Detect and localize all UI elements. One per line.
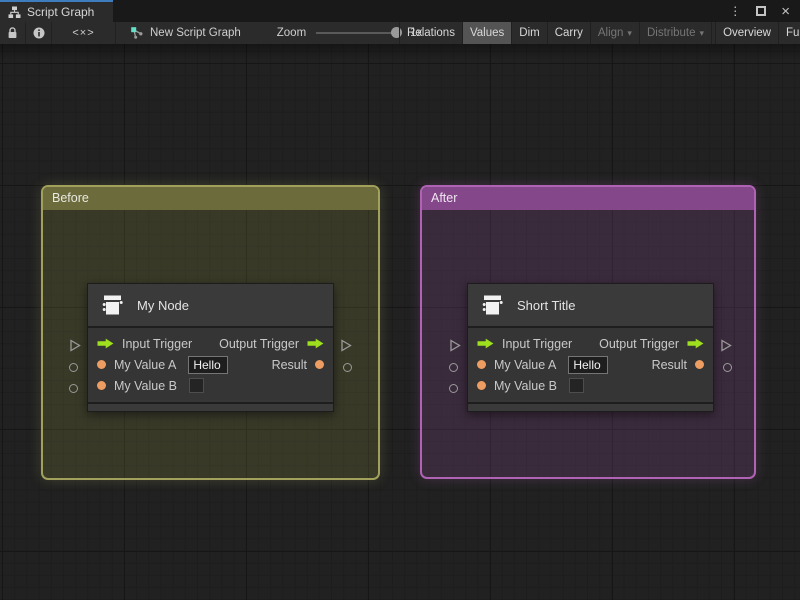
input-trigger-port-icon[interactable]	[97, 338, 114, 349]
tab-title: Script Graph	[27, 5, 95, 19]
chevron-down-icon: ▾	[627, 27, 632, 38]
node-short-title-footer	[468, 402, 713, 411]
zoom-control: Zoom 1x	[251, 22, 422, 44]
dim-label: Dim	[519, 27, 540, 39]
value-a-input[interactable]	[188, 355, 229, 374]
value-a-label: My Value A	[494, 357, 557, 372]
value-a-label: My Value A	[114, 357, 177, 372]
info-button[interactable]	[26, 22, 52, 44]
unit-node-icon	[100, 292, 126, 318]
new-script-graph-label: New Script Graph	[150, 27, 241, 39]
ext-value-b-port[interactable]	[449, 384, 458, 393]
ext-result-port[interactable]	[343, 363, 352, 372]
view-toggle-buttons: Relations Values Dim Carry Align ▾ Distr…	[399, 22, 800, 44]
info-icon	[33, 27, 45, 39]
group-before-title: Before	[52, 191, 89, 205]
graph-asset-icon	[130, 26, 144, 40]
group-after-title: After	[431, 191, 458, 205]
overview-button[interactable]: Overview	[715, 22, 778, 44]
node-short-title-body: Input Trigger Output Trigger My Value A	[468, 328, 713, 400]
carry-label: Carry	[554, 27, 583, 39]
value-a-port-icon[interactable]	[97, 360, 106, 369]
group-after-header[interactable]: After	[422, 187, 754, 210]
node-short-title-header[interactable]: Short Title	[468, 284, 713, 328]
value-b-input[interactable]	[569, 378, 584, 393]
relations-label: Relations	[407, 27, 455, 39]
output-trigger-label: Output Trigger	[599, 336, 679, 351]
output-trigger-label: Output Trigger	[219, 336, 299, 351]
ext-output-trigger-port[interactable]	[340, 339, 352, 357]
align-label: Align	[597, 27, 624, 39]
script-graph-window: Script Graph ⋮ × <×> New Script Graph Zo…	[0, 0, 800, 600]
chevron-down-icon: ▾	[699, 27, 705, 38]
node-my-node-body: Input Trigger Output Trigger My Value A	[88, 328, 333, 400]
node-my-node[interactable]: My Node Input Trigger Output Trigger My …	[69, 283, 352, 412]
output-trigger-port-icon[interactable]	[307, 338, 324, 349]
value-b-port-icon[interactable]	[97, 381, 106, 390]
value-b-port-icon[interactable]	[477, 381, 486, 390]
node-title: Short Title	[517, 297, 576, 313]
new-script-graph-button[interactable]: New Script Graph	[116, 22, 251, 44]
tab-bar: Script Graph ⋮ ×	[0, 0, 800, 22]
value-b-label: My Value B	[114, 378, 177, 393]
ext-input-trigger-port[interactable]	[449, 339, 461, 357]
result-label: Result	[651, 357, 687, 372]
node-short-title[interactable]: Short Title Input Trigger Output Trigger	[449, 283, 732, 412]
result-port-icon[interactable]	[695, 360, 704, 369]
lock-button[interactable]	[0, 22, 26, 44]
ext-output-trigger-port[interactable]	[720, 339, 732, 357]
values-button[interactable]: Values	[461, 22, 512, 44]
tab-script-graph[interactable]: Script Graph	[0, 0, 113, 22]
window-controls: ⋮ ×	[729, 0, 800, 22]
unit-node-icon	[480, 292, 506, 318]
zoom-label: Zoom	[276, 27, 307, 39]
ext-value-a-port[interactable]	[449, 363, 458, 372]
align-dropdown[interactable]: Align ▾	[589, 22, 639, 44]
window-menu-icon[interactable]: ⋮	[729, 5, 741, 17]
input-trigger-port-icon[interactable]	[477, 338, 494, 349]
lock-icon	[7, 27, 18, 39]
result-port-icon[interactable]	[315, 360, 324, 369]
full-screen-label: Full Screen	[786, 27, 800, 39]
ext-value-a-port[interactable]	[69, 363, 78, 372]
ext-result-port[interactable]	[723, 363, 732, 372]
ext-input-trigger-port[interactable]	[69, 339, 81, 357]
output-trigger-port-icon[interactable]	[687, 338, 704, 349]
close-icon[interactable]: ×	[781, 4, 790, 19]
result-label: Result	[271, 357, 307, 372]
relations-button[interactable]: Relations	[399, 22, 462, 44]
ext-value-b-port[interactable]	[69, 384, 78, 393]
graph-toolbar: <×> New Script Graph Zoom 1x Relations V…	[0, 22, 800, 44]
distribute-dropdown[interactable]: Distribute ▾	[638, 22, 711, 44]
input-trigger-label: Input Trigger	[122, 336, 193, 351]
overview-label: Overview	[723, 27, 771, 39]
value-a-input[interactable]	[568, 355, 609, 374]
distribute-label: Distribute	[646, 27, 696, 39]
full-screen-button[interactable]: Full Screen	[778, 22, 800, 44]
graph-canvas[interactable]: Before After My Node Input Trigger Outpu…	[0, 44, 800, 600]
maximize-icon[interactable]	[756, 6, 767, 16]
node-my-node-footer	[88, 402, 333, 411]
group-before-header[interactable]: Before	[43, 187, 378, 210]
node-my-node-header[interactable]: My Node	[88, 284, 333, 328]
value-a-port-icon[interactable]	[477, 360, 486, 369]
zoom-slider[interactable]	[316, 27, 403, 38]
value-b-label: My Value B	[494, 378, 557, 393]
angle-x-icon: <×>	[72, 27, 95, 39]
node-title: My Node	[137, 297, 190, 313]
values-label: Values	[469, 27, 505, 39]
dim-button[interactable]: Dim	[511, 22, 546, 44]
value-b-input[interactable]	[189, 378, 204, 393]
input-trigger-label: Input Trigger	[502, 336, 573, 351]
script-graph-icon	[8, 6, 21, 19]
angle-x-button[interactable]: <×>	[52, 22, 116, 44]
carry-button[interactable]: Carry	[546, 22, 590, 44]
